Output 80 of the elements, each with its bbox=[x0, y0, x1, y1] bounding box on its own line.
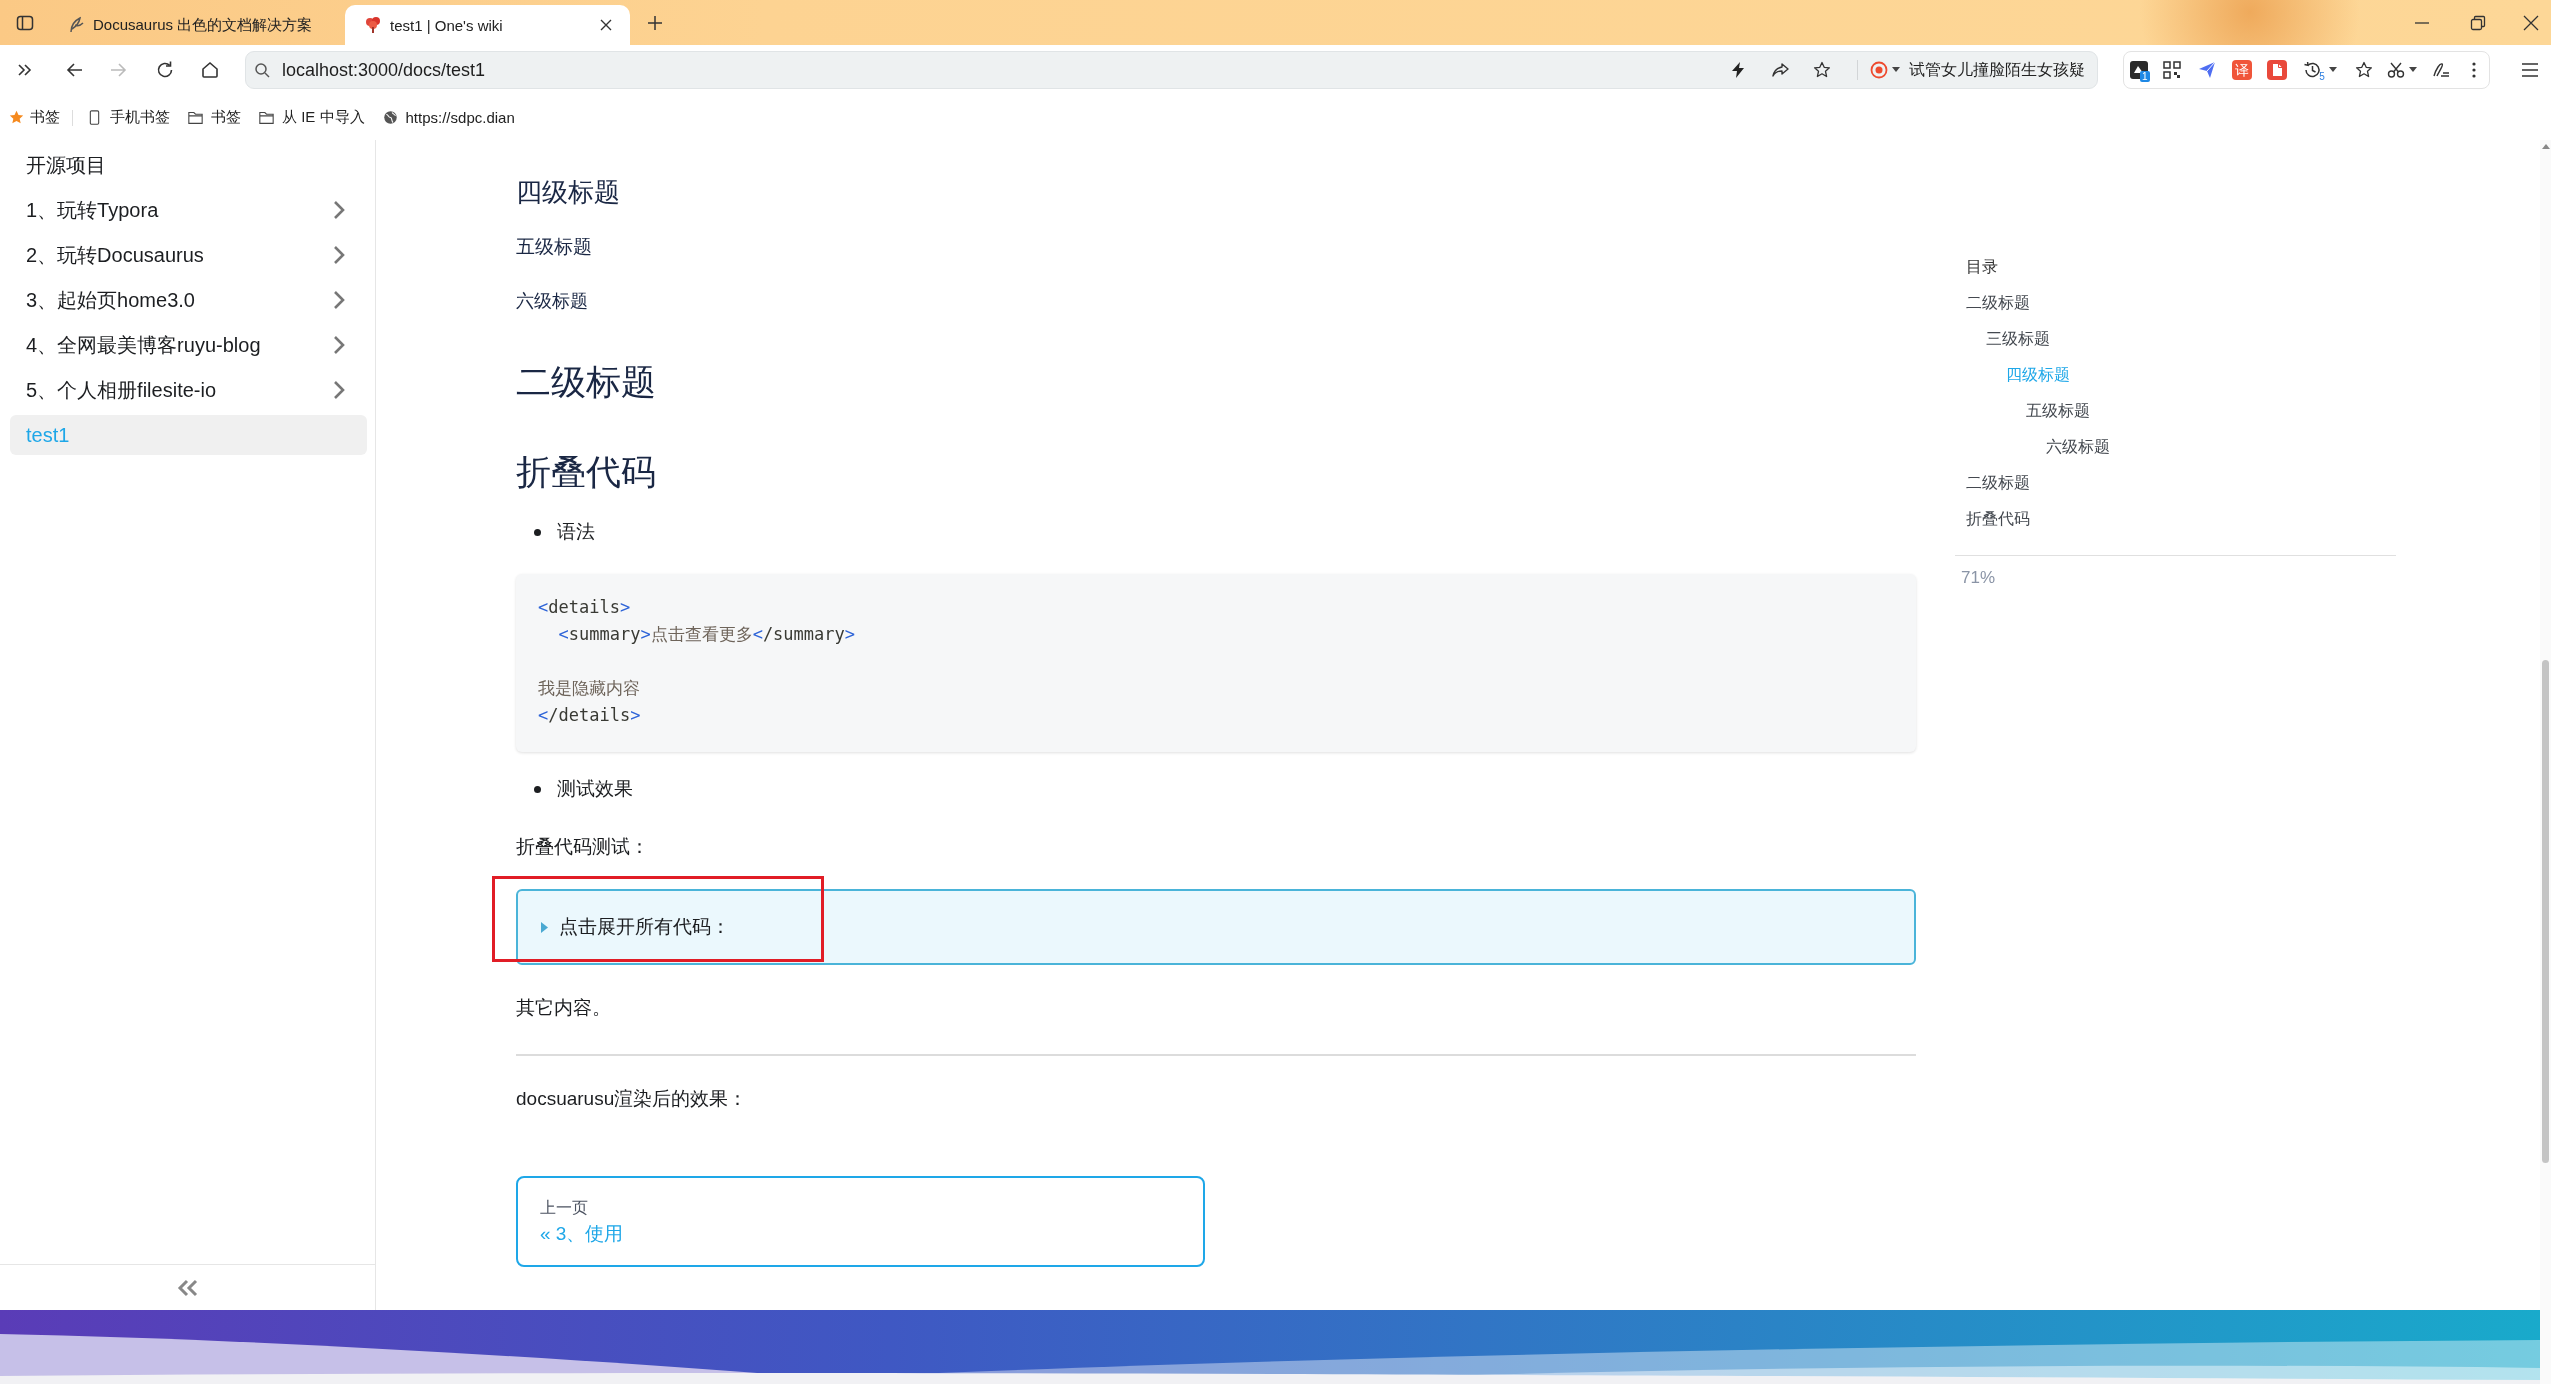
code-line: <summary>点击查看更多</summary> bbox=[558, 623, 855, 646]
caret-down-icon[interactable] bbox=[1892, 67, 1900, 73]
caret-down-icon[interactable] bbox=[2328, 67, 2337, 73]
bookmark[interactable]: 从 IE 中导入 bbox=[259, 108, 365, 127]
chevron-right-icon[interactable] bbox=[333, 200, 345, 220]
heading: 折叠代码 bbox=[516, 451, 656, 493]
heading: 二级标题 bbox=[516, 361, 656, 403]
document-icon[interactable] bbox=[2266, 60, 2287, 80]
tree-icon bbox=[364, 16, 382, 34]
bookmark[interactable]: 书签 bbox=[188, 108, 241, 127]
folder-icon bbox=[188, 110, 203, 125]
toc-link[interactable]: 三级标题 bbox=[1986, 321, 2050, 357]
sidebar-item[interactable]: 2、玩转Docusaurus bbox=[10, 235, 367, 275]
folder-icon bbox=[259, 110, 274, 125]
scissors-icon[interactable] bbox=[2387, 61, 2405, 79]
close-icon[interactable] bbox=[600, 19, 612, 31]
bookmark[interactable]: 手机书签 bbox=[87, 108, 170, 127]
star-icon[interactable] bbox=[1813, 61, 1831, 79]
menu-icon[interactable] bbox=[2521, 61, 2539, 79]
previous-page-link[interactable]: 上一页 « 3、使用 bbox=[516, 1176, 1205, 1267]
code-line: 我是隐藏内容 bbox=[538, 677, 640, 700]
browser-tab[interactable]: Docusaurus 出色的文档解决方案 bbox=[59, 5, 339, 45]
scrollbar-thumb[interactable] bbox=[2542, 660, 2549, 1163]
plus-icon[interactable] bbox=[648, 15, 662, 30]
search-field[interactable]: 试管女儿撞脸陌生女孩疑 bbox=[1909, 59, 2085, 81]
browser-tab[interactable]: test1 | One's wiki bbox=[345, 5, 630, 45]
bookmark[interactable]: https://sdpc.dian bbox=[382, 109, 515, 126]
double-chevron-left-icon bbox=[176, 1278, 199, 1297]
chevron-right-icon[interactable] bbox=[333, 290, 345, 310]
globe-icon bbox=[382, 110, 398, 125]
code-line: <details> bbox=[538, 596, 631, 619]
chevron-right-icon[interactable] bbox=[333, 380, 345, 400]
toc-link[interactable]: 二级标题 bbox=[1966, 285, 2030, 321]
reload-icon[interactable] bbox=[155, 60, 175, 80]
feather-icon bbox=[67, 16, 85, 34]
sidebar-item[interactable]: 开源项目 bbox=[10, 145, 367, 185]
heading: 六级标题 bbox=[516, 290, 588, 313]
share-icon[interactable] bbox=[1771, 61, 1789, 79]
chevron-right-icon[interactable] bbox=[333, 335, 345, 355]
toc-title: 目录 bbox=[1966, 257, 1998, 277]
paragraph: docsuarusu渲染后的效果： bbox=[516, 1087, 748, 1111]
bullet-icon bbox=[534, 528, 541, 536]
search-icon bbox=[254, 62, 270, 78]
sidebar-item[interactable]: 3、起始页home3.0 bbox=[10, 280, 367, 320]
bullet-icon bbox=[534, 785, 541, 793]
heading: 五级标题 bbox=[516, 235, 592, 259]
paragraph: 其它内容。 bbox=[516, 996, 611, 1020]
chevron-right-icon[interactable] bbox=[333, 245, 345, 265]
sidebar-toggle-icon[interactable] bbox=[16, 13, 34, 32]
pen-icon[interactable] bbox=[2432, 61, 2450, 79]
caret-down-icon[interactable] bbox=[2409, 67, 2417, 73]
toc-link[interactable]: 六级标题 bbox=[2046, 429, 2110, 465]
scroll-up-arrow-icon[interactable] bbox=[2541, 144, 2550, 149]
count-text: 5 bbox=[2319, 71, 2325, 82]
sidebar-item[interactable]: 5、个人相册filesite-io bbox=[10, 370, 367, 410]
qr-code-icon[interactable] bbox=[2162, 61, 2181, 79]
list-item-text: 语法 bbox=[557, 520, 595, 544]
toc-link[interactable]: 五级标题 bbox=[2026, 393, 2090, 429]
progress-text: 71% bbox=[1961, 567, 1996, 589]
star-icon[interactable] bbox=[2354, 61, 2373, 79]
restore-icon[interactable] bbox=[2470, 14, 2486, 31]
code-line: </details> bbox=[538, 704, 641, 727]
heading: 四级标题 bbox=[516, 176, 620, 209]
sidebar-item[interactable]: 1、玩转Typora bbox=[10, 190, 367, 230]
paragraph: 折叠代码测试： bbox=[516, 835, 649, 859]
paper-plane-icon[interactable] bbox=[2197, 61, 2216, 79]
bookmark[interactable]: 书签 bbox=[9, 108, 60, 127]
star-icon bbox=[9, 110, 24, 125]
home-icon[interactable] bbox=[200, 60, 220, 80]
lightning-icon[interactable] bbox=[1729, 61, 1747, 79]
url-field[interactable]: localhost:3000/docs/test1 bbox=[282, 59, 486, 81]
list-item-text: 测试效果 bbox=[557, 777, 633, 801]
notification-badge: 1 bbox=[2140, 71, 2150, 82]
toc-link[interactable]: 二级标题 bbox=[1966, 465, 2030, 501]
toc-link[interactable]: 折叠代码 bbox=[1966, 501, 2030, 537]
more-icon[interactable] bbox=[2472, 62, 2476, 78]
close-icon[interactable] bbox=[2523, 14, 2539, 31]
sidebar-item[interactable]: 4、全网最美博客ruyu-blog bbox=[10, 325, 367, 365]
collapsible-summary[interactable]: 点击展开所有代码： bbox=[516, 889, 1916, 965]
phone-icon bbox=[87, 110, 102, 125]
